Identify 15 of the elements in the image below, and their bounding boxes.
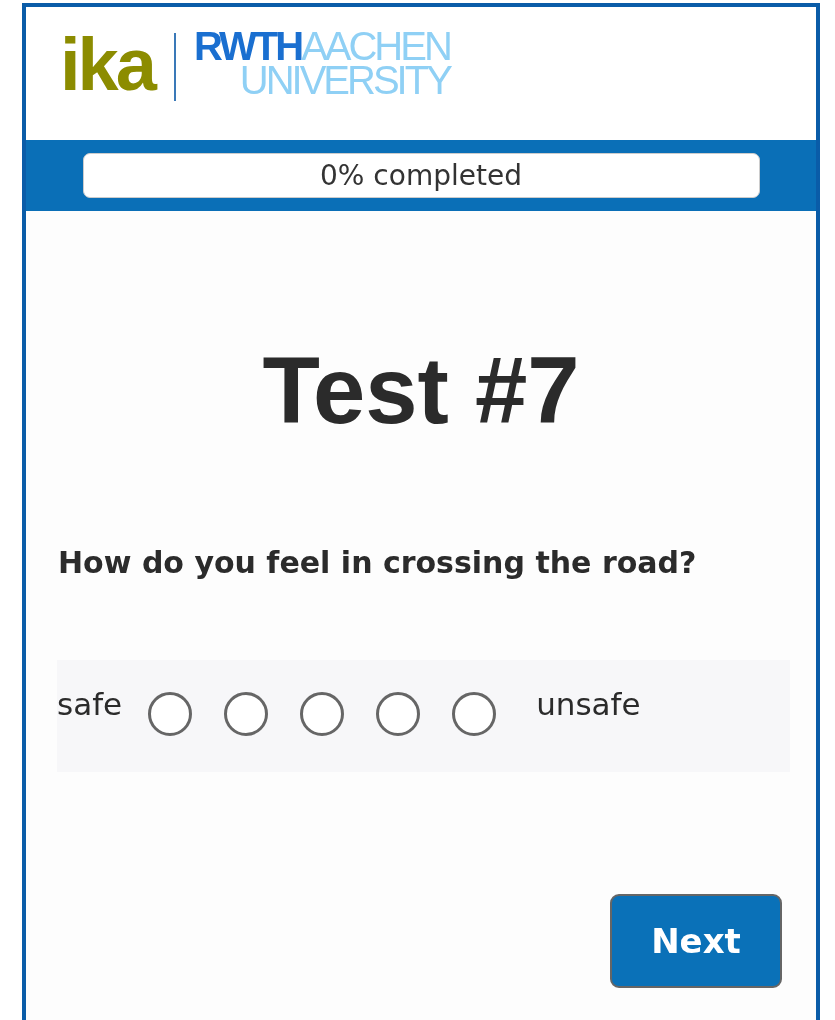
logo-text: UNIVERSITY [239,63,450,97]
scale-label: safe [57,686,123,722]
progress-label: 0% completed [320,159,522,192]
radio-button[interactable] [376,692,421,736]
scale-label: unsafe [536,686,641,722]
question-text: How do you feel in crossing the road? [58,545,698,580]
radio-button[interactable] [224,692,269,736]
radio-button[interactable] [452,692,497,736]
next-button[interactable]: Next [610,894,782,988]
radio-button[interactable] [148,692,193,736]
logo-text: RWTH [193,29,302,63]
logo-text: AACHEN [301,29,450,63]
page-title: Test #7 [261,341,581,441]
radio-button[interactable] [300,692,345,736]
logo-text: ika [60,29,154,101]
